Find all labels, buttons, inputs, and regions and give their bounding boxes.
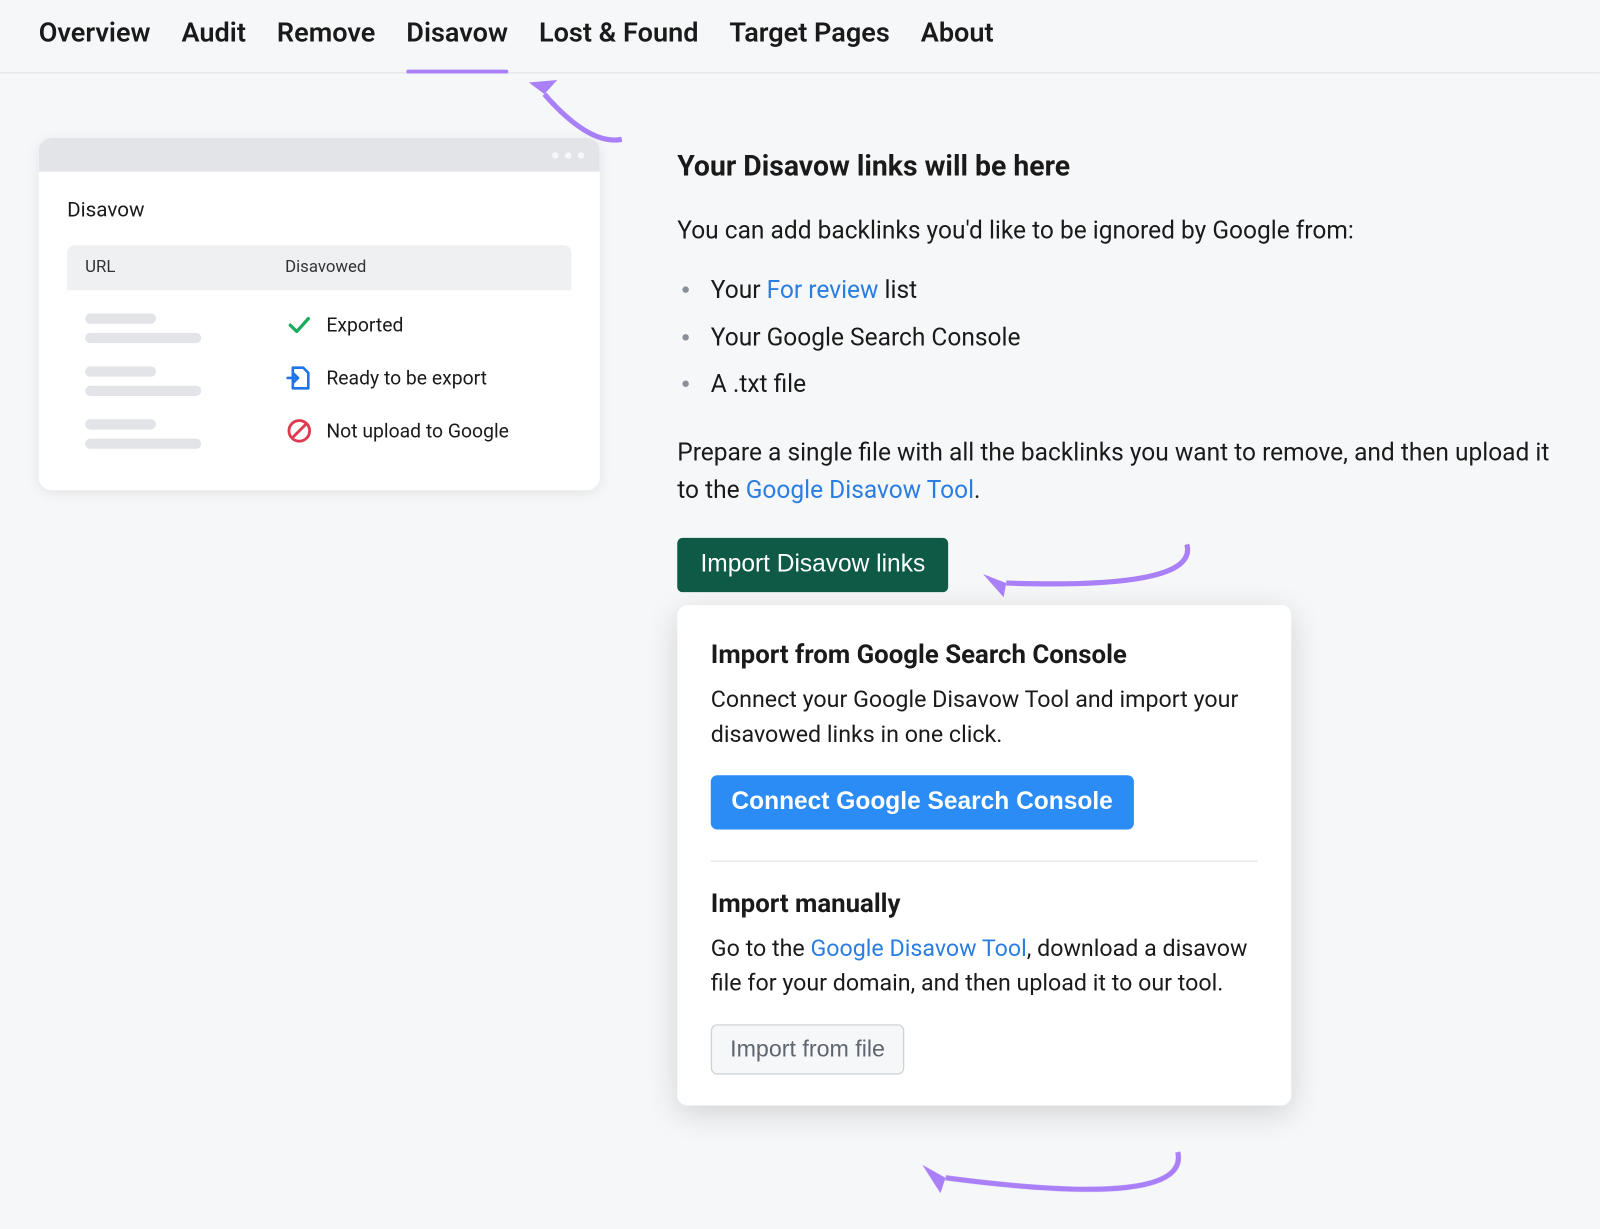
- tab-audit[interactable]: Audit: [181, 18, 245, 72]
- block-icon: [285, 416, 313, 444]
- google-disavow-tool-link[interactable]: Google Disavow Tool: [746, 475, 974, 505]
- tab-disavow[interactable]: Disavow: [406, 18, 508, 72]
- import-dropdown: Import from Google Search Console Connec…: [677, 604, 1291, 1105]
- tab-lost-found[interactable]: Lost & Found: [539, 18, 699, 72]
- col-header-url: URL: [67, 245, 267, 290]
- main-content: Your Disavow links will be here You can …: [677, 138, 1561, 1105]
- preview-table: URL Disavowed Exported: [67, 245, 571, 449]
- for-review-link[interactable]: For review: [767, 275, 879, 305]
- annotation-arrow-file: [907, 1139, 1191, 1229]
- import-gsc-body: Connect your Google Disavow Tool and imp…: [711, 682, 1258, 752]
- google-disavow-tool-link[interactable]: Google Disavow Tool: [810, 935, 1026, 962]
- tab-about[interactable]: About: [921, 18, 994, 72]
- col-header-disavowed: Disavowed: [267, 245, 571, 290]
- import-gsc-title: Import from Google Search Console: [711, 638, 1258, 669]
- tab-overview[interactable]: Overview: [39, 18, 151, 72]
- list-item: Your For review list: [677, 268, 1561, 315]
- tab-remove[interactable]: Remove: [277, 18, 375, 72]
- check-icon: [285, 310, 313, 338]
- export-icon: [285, 363, 313, 391]
- status-label: Exported: [326, 313, 403, 336]
- tab-target-pages[interactable]: Target Pages: [729, 18, 889, 72]
- list-item: A .txt file: [677, 361, 1561, 408]
- window-titlebar: [39, 138, 600, 172]
- preview-title: Disavow: [67, 197, 571, 222]
- list-item: Your Google Search Console: [677, 314, 1561, 361]
- import-disavow-links-button[interactable]: Import Disavow links: [677, 537, 948, 591]
- annotation-arrow-import: [968, 538, 1200, 609]
- table-row: Exported: [67, 290, 571, 343]
- divider: [711, 860, 1258, 861]
- prepare-text: Prepare a single file with all the backl…: [677, 433, 1561, 509]
- page-title: Your Disavow links will be here: [677, 151, 1561, 183]
- import-manual-body: Go to the Google Disavow Tool, download …: [711, 931, 1258, 1001]
- connect-gsc-button[interactable]: Connect Google Search Console: [711, 775, 1134, 829]
- import-from-file-button[interactable]: Import from file: [711, 1024, 905, 1074]
- table-row: Ready to be export: [67, 343, 571, 396]
- status-label: Not upload to Google: [326, 419, 509, 442]
- table-row: Not upload to Google: [67, 396, 571, 449]
- tab-bar: Overview Audit Remove Disavow Lost & Fou…: [0, 0, 1600, 74]
- import-manual-title: Import manually: [711, 887, 1258, 918]
- disavow-preview-card: Disavow URL Disavowed: [39, 138, 600, 1105]
- status-label: Ready to be export: [326, 366, 487, 389]
- intro-text: You can add backlinks you'd like to be i…: [677, 212, 1561, 250]
